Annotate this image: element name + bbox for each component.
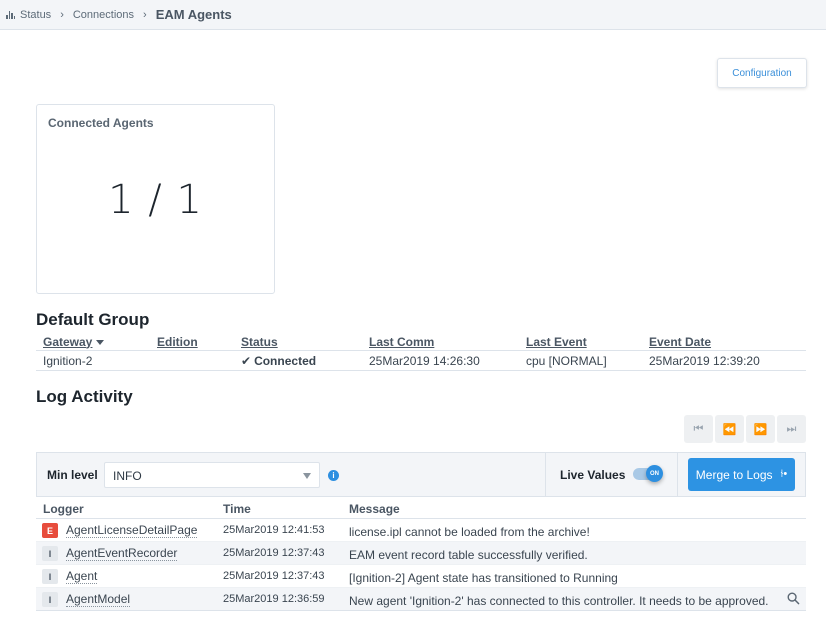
card-title: Connected Agents bbox=[48, 116, 154, 130]
log-level-badge: I bbox=[42, 592, 58, 607]
configuration-button[interactable]: Configuration bbox=[717, 58, 807, 88]
log-table: Logger Time Message E AgentLicenseDetailP… bbox=[36, 499, 806, 611]
connected-agents-card: Connected Agents 1 / 1 bbox=[36, 104, 275, 294]
toolbar-divider bbox=[677, 453, 678, 496]
log-time: 25Mar2019 12:36:59 bbox=[223, 593, 325, 605]
toggle-knob: ON bbox=[646, 465, 663, 482]
event-date-cell: 25Mar2019 12:39:20 bbox=[649, 353, 760, 368]
column-gateway-label: Gateway bbox=[43, 334, 93, 349]
log-level-badge: I bbox=[42, 546, 58, 561]
breadcrumb-current: EAM Agents bbox=[155, 7, 232, 22]
breadcrumb: Status › Connections › EAM Agents bbox=[0, 0, 826, 30]
status-text: Connected bbox=[254, 353, 317, 368]
check-icon: ✔ bbox=[241, 353, 252, 368]
breadcrumb-status-label: Status bbox=[20, 8, 52, 21]
log-activity-title: Log Activity bbox=[36, 387, 133, 406]
log-row[interactable]: I AgentModel 25Mar2019 12:36:59 New agent '… bbox=[36, 588, 806, 611]
log-row[interactable]: I AgentEventRecorder 25Mar2019 12:37:43 EAM… bbox=[36, 542, 806, 565]
log-time: 25Mar2019 12:37:43 bbox=[223, 547, 325, 559]
log-message: New agent 'Ignition-2' has connected to … bbox=[349, 594, 769, 608]
breadcrumb-item-connections[interactable]: Connections bbox=[73, 9, 134, 21]
column-gateway[interactable]: Gateway bbox=[43, 334, 105, 349]
toolbar-divider bbox=[545, 453, 546, 496]
log-message: [Ignition-2] Agent state has transitione… bbox=[349, 571, 618, 585]
log-time: 25Mar2019 12:37:43 bbox=[223, 570, 325, 582]
column-last-comm[interactable]: Last Comm bbox=[369, 335, 434, 349]
column-last-event[interactable]: Last Event bbox=[526, 335, 587, 349]
table-row[interactable]: Ignition-2 ✔ Connected 25Mar2019 14:26:30… bbox=[36, 351, 806, 371]
first-page-icon[interactable]: ⏮ bbox=[684, 415, 713, 443]
logger-link[interactable]: Agent bbox=[66, 570, 98, 584]
info-icon[interactable]: i bbox=[328, 470, 339, 481]
sort-desc-icon bbox=[96, 339, 105, 345]
column-message[interactable]: Message bbox=[349, 502, 400, 516]
min-level-label: Min level bbox=[47, 468, 98, 482]
next-page-icon[interactable]: ⏩ bbox=[746, 415, 775, 443]
min-level-select[interactable]: INFO bbox=[104, 462, 320, 488]
log-table-header: Logger Time Message bbox=[36, 499, 806, 519]
log-time: 25Mar2019 12:41:53 bbox=[223, 524, 325, 536]
last-event-cell: cpu [NORMAL] bbox=[526, 353, 607, 368]
search-icon[interactable] bbox=[787, 592, 800, 605]
column-event-date[interactable]: Event Date bbox=[649, 335, 711, 349]
log-message: license.ipl cannot be loaded from the ar… bbox=[349, 525, 590, 539]
log-message: EAM event record table successfully veri… bbox=[349, 548, 588, 562]
logger-link[interactable]: AgentEventRecorder bbox=[66, 547, 178, 561]
merge-to-logs-label: Merge to Logs bbox=[695, 467, 773, 482]
live-values-label: Live Values bbox=[560, 468, 626, 482]
column-time[interactable]: Time bbox=[223, 502, 251, 516]
live-values-toggle[interactable]: ON bbox=[633, 465, 663, 482]
log-pager: ⏮ ⏪ ⏩ ⏭ bbox=[684, 415, 806, 443]
agents-table: Gateway Edition Status Last Comm Last Ev… bbox=[36, 333, 806, 371]
default-group-title: Default Group bbox=[36, 310, 150, 329]
agents-table-header: Gateway Edition Status Last Comm Last Ev… bbox=[36, 333, 806, 351]
log-row[interactable]: E AgentLicenseDetailPage 25Mar2019 12:41:5… bbox=[36, 519, 806, 542]
chevron-right-icon: › bbox=[60, 8, 64, 21]
column-logger[interactable]: Logger bbox=[43, 502, 84, 516]
logger-link[interactable]: AgentModel bbox=[66, 593, 131, 607]
log-level-badge: E bbox=[42, 523, 58, 538]
previous-page-icon[interactable]: ⏪ bbox=[715, 415, 744, 443]
gateway-cell: Ignition-2 bbox=[43, 353, 93, 368]
bar-chart-icon bbox=[6, 10, 16, 19]
breadcrumb-item-status[interactable]: Status bbox=[6, 9, 51, 21]
column-status[interactable]: Status bbox=[241, 335, 278, 349]
status-cell: ✔ Connected bbox=[241, 354, 316, 368]
chevron-right-icon: › bbox=[143, 8, 147, 21]
log-row[interactable]: I Agent 25Mar2019 12:37:43 [Ignition-2] Age… bbox=[36, 565, 806, 588]
last-page-icon[interactable]: ⏭ bbox=[777, 415, 806, 443]
logger-link[interactable]: AgentLicenseDetailPage bbox=[66, 524, 198, 538]
column-edition[interactable]: Edition bbox=[157, 335, 198, 349]
log-level-badge: I bbox=[42, 569, 58, 584]
log-toolbar: Min level INFO i Live Values ON Merge to… bbox=[36, 452, 806, 497]
min-level-value: INFO bbox=[113, 469, 142, 483]
merge-to-logs-button[interactable]: Merge to Logs ⫮• bbox=[688, 458, 795, 491]
last-comm-cell: 25Mar2019 14:26:30 bbox=[369, 353, 480, 368]
log-rows: E AgentLicenseDetailPage 25Mar2019 12:41:5… bbox=[36, 519, 806, 611]
merge-icon: ⫮• bbox=[780, 468, 788, 480]
connected-agents-count: 1 / 1 bbox=[108, 177, 203, 223]
caret-down-icon bbox=[303, 473, 311, 479]
